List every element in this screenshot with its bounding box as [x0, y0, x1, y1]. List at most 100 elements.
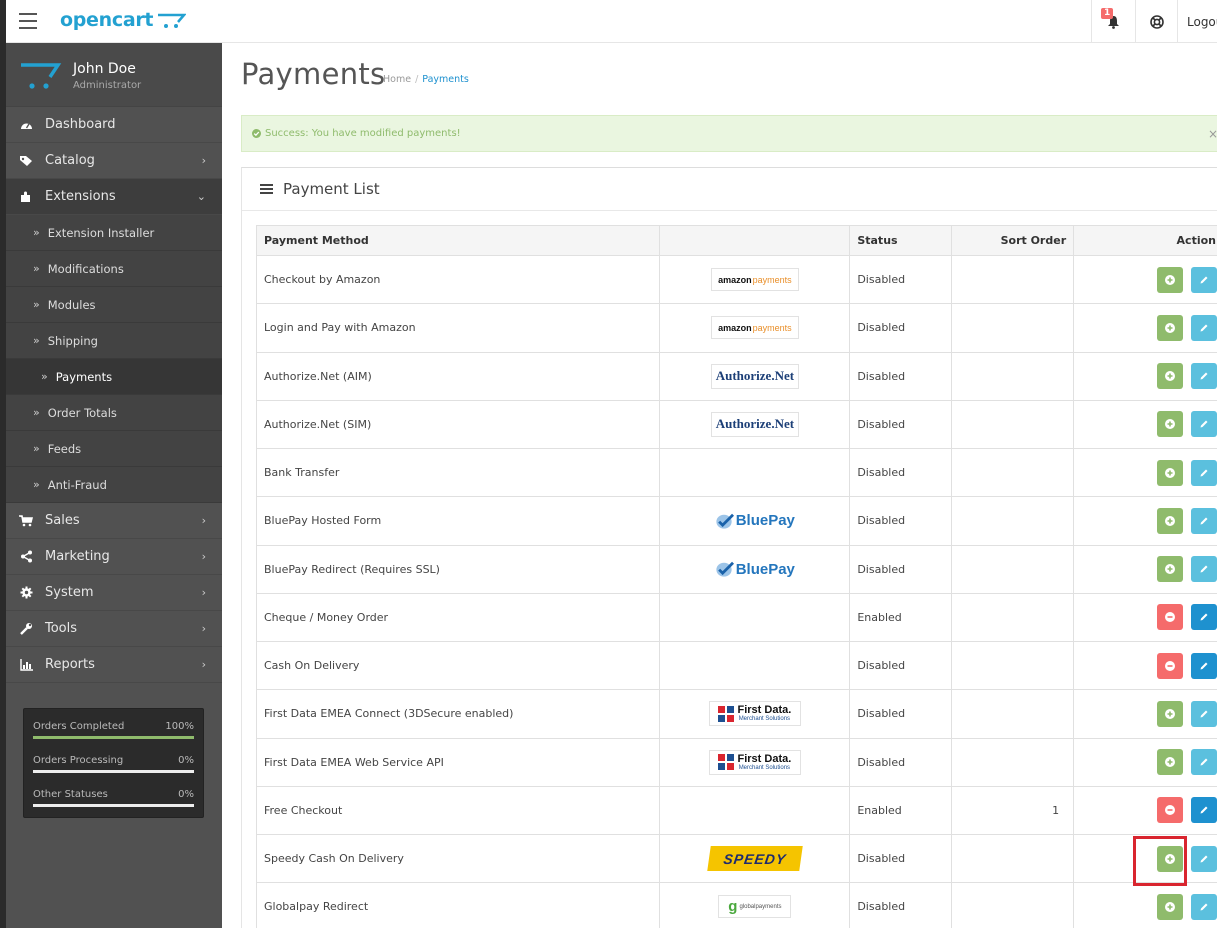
sidebar-item-label: Sales	[45, 513, 80, 528]
uninstall-button[interactable]	[1157, 797, 1183, 824]
edit-button[interactable]	[1191, 411, 1217, 438]
edit-button[interactable]	[1191, 845, 1217, 872]
table-row: First Data EMEA Connect (3DSecure enable…	[255, 689, 1217, 739]
alert-close-button[interactable]: ×	[1208, 127, 1217, 141]
globalpay-mark-icon: g	[728, 898, 738, 916]
payment-sort-order	[951, 640, 1075, 691]
first-data-logo: First Data. Merchant Solutions	[708, 701, 801, 727]
stat-label: Orders Completed	[33, 721, 125, 732]
sidebar-subitem-label: Anti-Fraud	[47, 477, 107, 492]
payment-logo-cell: amazon payments	[659, 254, 851, 305]
plus-circle-icon	[1165, 853, 1175, 864]
edit-button[interactable]	[1191, 556, 1217, 583]
edit-button[interactable]	[1191, 797, 1217, 824]
breadcrumb-home-link[interactable]: Home	[383, 74, 411, 85]
column-header-status[interactable]: Status	[849, 225, 953, 256]
install-button[interactable]	[1157, 700, 1183, 727]
install-button[interactable]	[1157, 556, 1183, 583]
sidebar-subitem-order-totals[interactable]: » Order Totals	[6, 395, 222, 431]
user-profile[interactable]: John Doe Administrator	[6, 43, 222, 107]
payment-sort-order	[951, 399, 1075, 450]
sidebar-subitem-label: Feeds	[47, 441, 82, 456]
sidebar-subitem-anti-fraud[interactable]: » Anti-Fraud	[6, 467, 222, 503]
edit-button[interactable]	[1191, 363, 1217, 390]
install-button[interactable]	[1157, 749, 1183, 776]
first-data-mark-icon	[718, 754, 735, 771]
pencil-icon	[1200, 517, 1208, 525]
edit-button[interactable]	[1191, 459, 1217, 486]
sidebar-item-extensions[interactable]: Extensions ⌄	[6, 179, 222, 215]
sidebar-item-tools[interactable]: Tools ›	[6, 611, 222, 647]
payment-status: Disabled	[849, 399, 953, 450]
table-row: BluePay Hosted Form BluePay Disabled	[255, 496, 1217, 546]
sidebar-item-sales[interactable]: Sales ›	[6, 503, 222, 539]
notification-badge: 1	[1101, 8, 1114, 19]
stat-progress-bar	[33, 770, 194, 773]
sidebar-subitem-modules[interactable]: » Modules	[6, 287, 222, 323]
chevron-right-icon: ›	[201, 154, 206, 167]
payment-status: Enabled	[849, 785, 953, 836]
double-chevron-icon: »	[33, 334, 40, 347]
minus-circle-icon	[1165, 660, 1175, 671]
edit-button[interactable]	[1191, 652, 1217, 679]
speedy-logo: SPEEDY	[707, 846, 803, 872]
sidebar-item-dashboard[interactable]: Dashboard	[6, 107, 222, 143]
sidebar-subitem-feeds[interactable]: » Feeds	[6, 431, 222, 467]
column-header-sort-order[interactable]: Sort Order	[951, 225, 1075, 256]
stat-value: 0%	[178, 755, 194, 766]
column-header-payment-method[interactable]: Payment Method	[255, 225, 661, 256]
uninstall-button[interactable]	[1157, 604, 1183, 631]
notifications-button[interactable]: 1	[1091, 0, 1135, 43]
pencil-icon	[1200, 662, 1208, 670]
plus-circle-icon	[1165, 419, 1175, 430]
sidebar-item-marketing[interactable]: Marketing ›	[6, 539, 222, 575]
install-button[interactable]	[1157, 507, 1183, 534]
edit-button[interactable]	[1191, 314, 1217, 341]
install-button[interactable]	[1157, 845, 1183, 872]
payment-actions	[1073, 785, 1217, 836]
puzzle-icon	[19, 190, 33, 204]
opencart-logo[interactable]: opencart	[60, 8, 187, 32]
install-button[interactable]	[1157, 314, 1183, 341]
payment-method-name: Authorize.Net (AIM)	[255, 351, 661, 401]
authorize-net-logo: Authorize.Net	[710, 363, 799, 389]
edit-button[interactable]	[1191, 893, 1217, 920]
install-button[interactable]	[1157, 893, 1183, 920]
highlighted-install-wrapper	[1133, 835, 1187, 886]
logo-brand-text: amazon	[718, 274, 752, 285]
sidebar-item-system[interactable]: System ›	[6, 575, 222, 611]
sidebar-item-catalog[interactable]: Catalog ›	[6, 143, 222, 179]
uninstall-button[interactable]	[1157, 652, 1183, 679]
payment-sort-order	[951, 303, 1075, 353]
edit-button[interactable]	[1191, 604, 1217, 631]
install-button[interactable]	[1157, 459, 1183, 486]
sidebar-item-reports[interactable]: Reports ›	[6, 647, 222, 683]
install-button[interactable]	[1157, 266, 1183, 293]
amazon-payments-logo: amazon payments	[710, 268, 799, 292]
payment-status: Disabled	[849, 882, 953, 928]
edit-button[interactable]	[1191, 700, 1217, 727]
edit-button[interactable]	[1191, 266, 1217, 293]
sidebar-subitem-modifications[interactable]: » Modifications	[6, 251, 222, 287]
edit-button[interactable]	[1191, 749, 1217, 776]
logout-link[interactable]: Logout	[1177, 0, 1217, 43]
sidebar-subitem-shipping[interactable]: » Shipping	[6, 323, 222, 359]
sidebar-subitem-extension-installer[interactable]: » Extension Installer	[6, 215, 222, 251]
logo-text: opencart	[60, 9, 154, 31]
payment-status: Disabled	[849, 303, 953, 353]
sidebar-subitem-payments[interactable]: » Payments	[6, 359, 222, 395]
edit-button[interactable]	[1191, 507, 1217, 534]
stat-progress-bar	[33, 736, 194, 739]
install-button[interactable]	[1157, 363, 1183, 390]
avatar	[21, 63, 62, 89]
payment-method-name: BluePay Hosted Form	[255, 496, 661, 546]
amazon-payments-logo: amazon payments	[710, 316, 799, 340]
help-button[interactable]	[1135, 0, 1177, 43]
menu-toggle-icon[interactable]	[19, 13, 37, 29]
payment-logo-cell	[659, 592, 851, 643]
install-button[interactable]	[1157, 411, 1183, 438]
payment-logo-cell: g globalpayments	[659, 882, 851, 928]
stat-other-statuses: Other Statuses 0%	[33, 783, 194, 817]
page-title: Payments	[241, 57, 386, 91]
breadcrumb-current-link[interactable]: Payments	[422, 74, 469, 85]
